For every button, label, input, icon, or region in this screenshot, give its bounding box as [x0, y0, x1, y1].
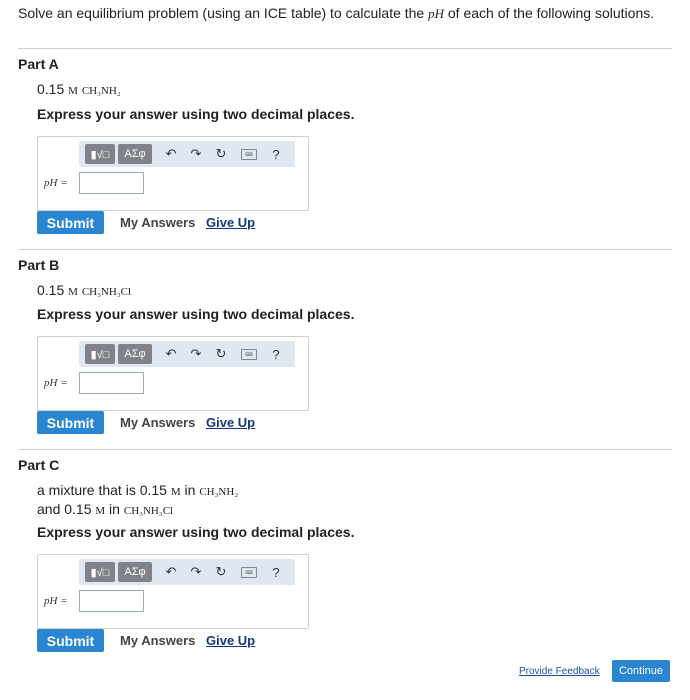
give-up-link[interactable]: Give Up — [206, 415, 255, 430]
math-toolbar: ▮√□ ΑΣφ ↶ ↷ ↻ ⌨ ? — [79, 341, 295, 367]
concentration-value: 0.15 — [64, 501, 92, 517]
reset-icon[interactable]: ↻ — [214, 563, 228, 581]
chemical-formula: CH₃NH₂ — [81, 85, 121, 97]
ph-answer-input[interactable] — [79, 172, 144, 194]
math-toolbar: ▮√□ ΑΣφ ↶ ↷ ↻ ⌨ ? — [79, 559, 295, 585]
intro-text-after: of each of the following solutions. — [444, 5, 655, 21]
molar-unit: M — [68, 286, 78, 298]
templates-button[interactable]: ▮√□ — [85, 562, 115, 582]
ph-label: pH = — [44, 177, 68, 189]
keyboard-icon[interactable]: ⌨ — [241, 349, 257, 360]
keyboard-icon[interactable]: ⌨ — [241, 567, 257, 578]
ph-label: pH = — [44, 377, 68, 389]
divider — [18, 449, 672, 450]
undo-icon[interactable]: ↶ — [164, 145, 178, 163]
chemical-formula: CH₃NH₃Cl — [81, 286, 132, 298]
symbols-button[interactable]: ΑΣφ — [118, 562, 152, 582]
part-a-title: Part A — [18, 56, 59, 72]
divider — [18, 48, 672, 49]
divider — [18, 249, 672, 250]
undo-icon[interactable]: ↶ — [164, 345, 178, 363]
part-b-instruction: Express your answer using two decimal pl… — [37, 306, 355, 322]
redo-icon[interactable]: ↷ — [189, 345, 203, 363]
concentration-value: 0.15 — [139, 482, 167, 498]
help-icon[interactable]: ? — [269, 345, 283, 363]
reset-icon[interactable]: ↻ — [214, 145, 228, 163]
molar-unit: M — [68, 85, 78, 97]
part-b-question: 0.15 M CH₃NH₃Cl — [37, 282, 131, 301]
ph-answer-input[interactable] — [79, 372, 144, 394]
my-answers-link[interactable]: My Answers — [120, 215, 195, 230]
give-up-link[interactable]: Give Up — [206, 633, 255, 648]
problem-intro: Solve an equilibrium problem (using an I… — [18, 5, 658, 22]
submit-button[interactable]: Submit — [37, 211, 104, 234]
redo-icon[interactable]: ↷ — [189, 145, 203, 163]
undo-icon[interactable]: ↶ — [164, 563, 178, 581]
concentration-value: 0.15 — [37, 282, 65, 298]
molar-unit: M — [95, 505, 106, 517]
part-a-answer-box: ▮√□ ΑΣφ ↶ ↷ ↻ ⌨ ? pH = — [37, 136, 309, 211]
intro-text-before: Solve an equilibrium problem (using an I… — [18, 5, 429, 21]
math-toolbar: ▮√□ ΑΣφ ↶ ↷ ↻ ⌨ ? — [79, 141, 295, 167]
question-text: a mixture that is — [37, 482, 140, 498]
help-icon[interactable]: ? — [269, 563, 283, 581]
templates-button[interactable]: ▮√□ — [85, 144, 115, 164]
question-text: in — [180, 482, 200, 498]
part-b-answer-box: ▮√□ ΑΣφ ↶ ↷ ↻ ⌨ ? pH = — [37, 336, 309, 411]
my-answers-link[interactable]: My Answers — [120, 633, 195, 648]
keyboard-icon[interactable]: ⌨ — [241, 149, 257, 160]
redo-icon[interactable]: ↷ — [189, 563, 203, 581]
chemical-formula: CH₃NH₃Cl — [123, 505, 174, 517]
submit-button[interactable]: Submit — [37, 629, 104, 652]
part-b-title: Part B — [18, 257, 60, 273]
concentration-value: 0.15 — [37, 81, 65, 97]
question-text: and — [37, 501, 65, 517]
continue-button[interactable]: Continue — [612, 660, 670, 682]
submit-button[interactable]: Submit — [37, 411, 104, 434]
question-line-2: and 0.15 M in CH₃NH₃Cl — [37, 501, 238, 520]
part-c-answer-box: ▮√□ ΑΣφ ↶ ↷ ↻ ⌨ ? pH = — [37, 554, 309, 629]
my-answers-link[interactable]: My Answers — [120, 415, 195, 430]
part-a-question: 0.15 M CH₃NH₂ — [37, 81, 121, 100]
question-line-1: a mixture that is 0.15 M in CH₃NH₂ — [37, 482, 238, 501]
ph-variable: pH — [428, 6, 444, 21]
reset-icon[interactable]: ↻ — [214, 345, 228, 363]
part-c-instruction: Express your answer using two decimal pl… — [37, 524, 355, 540]
part-a-instruction: Express your answer using two decimal pl… — [37, 106, 355, 122]
provide-feedback-link[interactable]: Provide Feedback — [519, 666, 600, 677]
ph-answer-input[interactable] — [79, 590, 144, 612]
ph-label: pH = — [44, 595, 68, 607]
templates-button[interactable]: ▮√□ — [85, 344, 115, 364]
give-up-link[interactable]: Give Up — [206, 215, 255, 230]
help-icon[interactable]: ? — [269, 145, 283, 163]
molar-unit: M — [170, 486, 181, 498]
part-c-question: a mixture that is 0.15 M in CH₃NH₂ and 0… — [37, 482, 238, 520]
symbols-button[interactable]: ΑΣφ — [118, 344, 152, 364]
part-c-title: Part C — [18, 457, 60, 473]
chemical-formula: CH₃NH₂ — [199, 486, 239, 498]
symbols-button[interactable]: ΑΣφ — [118, 144, 152, 164]
question-text: in — [105, 501, 124, 517]
